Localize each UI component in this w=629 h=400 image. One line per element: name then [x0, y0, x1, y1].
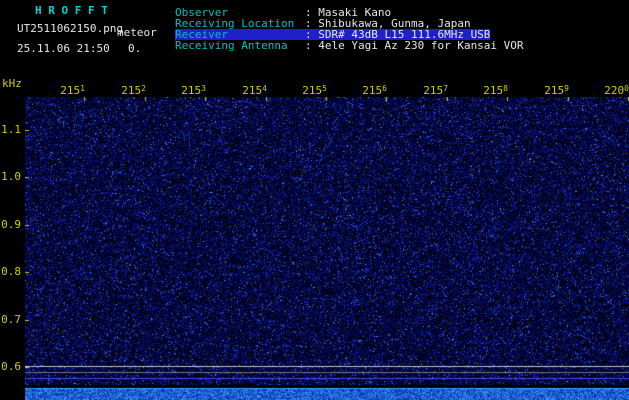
x-tick-sup: 4 [262, 84, 267, 93]
hrofft-screen: H R O F F T UT2511062150.png meteor 25.1… [0, 0, 629, 400]
x-tick-base: 215 [483, 84, 504, 97]
spectrogram-canvas [25, 97, 629, 400]
x-tick-label: 2152 [108, 83, 146, 97]
y-tick-label: 0.6 [1, 360, 21, 373]
info-label: Receiving Antenna [175, 39, 288, 52]
x-tick-base: 220 [604, 84, 625, 97]
echo-count: 0. [128, 42, 142, 55]
x-tick-base: 215 [362, 84, 383, 97]
x-tick-sup: 7 [443, 84, 448, 93]
info-value: : 4ele Yagi Az 230 for Kansai VOR [305, 39, 524, 52]
y-tick-label: 0.7 [1, 313, 21, 326]
x-tick-sup: 6 [382, 84, 387, 93]
x-tick-base: 215 [544, 84, 565, 97]
x-tick-label: 2154 [229, 83, 267, 97]
x-tick-label: 2155 [289, 83, 327, 97]
date-time: 25.11.06 21:50 [17, 42, 110, 55]
x-tick-base: 215 [121, 84, 142, 97]
x-tick-label: 2159 [531, 83, 569, 97]
y-tick-label: 0.9 [1, 218, 21, 231]
app-title: H R O F F T [35, 4, 108, 17]
x-tick-base: 215 [423, 84, 444, 97]
mode-label: meteor [117, 26, 157, 39]
y-tick-label: 1.0 [1, 170, 21, 183]
x-tick-base: 215 [60, 84, 81, 97]
x-tick-base: 215 [302, 84, 323, 97]
x-tick-label: 2151 [47, 83, 85, 97]
x-tick-sup: 8 [503, 84, 508, 93]
station-info-table: Observer : Masaki Kano Receiving Locatio… [175, 7, 524, 51]
y-axis-unit: kHz [2, 77, 22, 90]
x-tick-sup: 5 [322, 84, 327, 93]
x-tick-base: 215 [242, 84, 263, 97]
output-filename: UT2511062150.png [17, 22, 123, 35]
y-tick-label: 1.1 [1, 123, 21, 136]
x-tick-sup: 9 [564, 84, 569, 93]
x-tick-base: 215 [181, 84, 202, 97]
y-tick-label: 0.8 [1, 265, 21, 278]
x-tick-label: 2200 [591, 83, 629, 97]
x-tick-label: 2156 [349, 83, 387, 97]
x-tick-label: 2157 [410, 83, 448, 97]
x-tick-sup: 0 [624, 84, 629, 93]
x-tick-label: 2158 [470, 83, 508, 97]
x-tick-sup: 1 [80, 84, 85, 93]
x-tick-label: 2153 [168, 83, 206, 97]
x-tick-sup: 2 [141, 84, 146, 93]
x-tick-sup: 3 [201, 84, 206, 93]
info-row-antenna: Receiving Antenna : 4ele Yagi Az 230 for… [175, 40, 524, 51]
